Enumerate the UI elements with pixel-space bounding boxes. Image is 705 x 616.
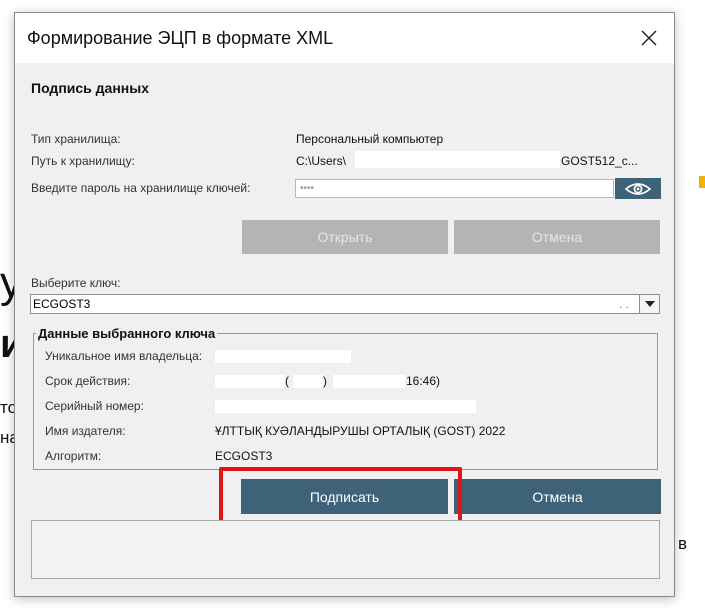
dropdown-arrow[interactable]: [639, 295, 659, 313]
owner-label: Уникальное имя владельца:: [45, 349, 203, 363]
serial-label: Серийный номер:: [45, 399, 144, 413]
validity-open-paren: (: [285, 374, 289, 388]
redacted-area: [215, 375, 285, 388]
status-area: [31, 520, 660, 579]
key-select-suffix: . .: [619, 297, 630, 311]
background-accent-mark: [699, 176, 705, 188]
redacted-area: [355, 151, 560, 168]
section-title: Подпись данных: [31, 80, 149, 96]
dialog-title: Формирование ЭЦП в формате XML: [27, 28, 334, 48]
algorithm-label: Алгоритм:: [45, 449, 102, 463]
storage-path-value-start: C:\Users\: [296, 154, 347, 168]
storage-type-label: Тип хранилища:: [31, 132, 121, 146]
issuer-value: ҰЛТТЫҚ КУӘЛАНДЫРУШЫ ОРТАЛЫҚ (GOST) 2022: [215, 424, 506, 438]
cancel-top-button[interactable]: Отмена: [454, 220, 660, 254]
validity-close-paren: ): [323, 374, 327, 388]
redacted-area: [215, 350, 351, 363]
redacted-area: [293, 375, 323, 388]
password-input[interactable]: ••••: [295, 179, 614, 198]
sign-xml-dialog: Формирование ЭЦП в формате XML Подпись д…: [14, 12, 675, 597]
sign-button-highlight: [219, 467, 462, 526]
issuer-label: Имя издателя:: [45, 424, 126, 438]
algorithm-value: ECGOST3: [215, 449, 273, 463]
key-select[interactable]: ECGOST3 . .: [30, 294, 660, 314]
redacted-area: [215, 400, 476, 413]
dialog-titlebar: Формирование ЭЦП в формате XML: [15, 13, 674, 63]
chevron-down-icon: [644, 301, 655, 307]
redacted-area: [333, 375, 405, 388]
password-label: Введите пароль на хранилище ключей:: [31, 181, 251, 195]
close-button[interactable]: [632, 21, 666, 55]
show-password-button[interactable]: [615, 178, 661, 199]
storage-path-label: Путь к хранилищу:: [31, 154, 136, 168]
key-select-value: ECGOST3: [33, 297, 91, 311]
validity-time: 16:46): [406, 374, 441, 388]
validity-label: Срок действия:: [45, 374, 131, 388]
key-details-legend: Данные выбранного ключа: [36, 326, 218, 341]
eye-icon: [625, 182, 651, 195]
cancel-button[interactable]: Отмена: [454, 479, 661, 514]
key-select-label: Выберите ключ:: [31, 276, 121, 290]
storage-type-value: Персональный компьютер: [296, 132, 444, 146]
open-button[interactable]: Открыть: [242, 220, 448, 254]
background-text-fragment: в: [678, 534, 688, 553]
storage-path-value-end: GOST512_c...: [561, 154, 638, 168]
close-icon: [641, 30, 657, 46]
